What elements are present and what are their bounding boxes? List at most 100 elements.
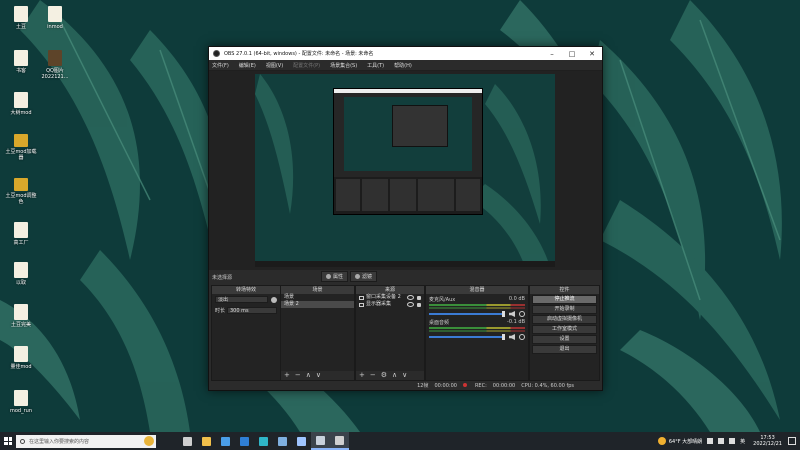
transition-settings-icon[interactable] (271, 296, 277, 303)
cpu-fps: CPU: 0.4%, 60.00 fps (521, 382, 574, 389)
obs-window[interactable]: OBS 27.0.1 (64-bit, windows) - 配置文件: 未命名… (208, 46, 603, 391)
clock[interactable]: 17:53 2022/12/21 (753, 435, 782, 447)
slider-handle[interactable] (502, 311, 505, 317)
taskbar-app-obs[interactable] (330, 432, 349, 450)
settings-button[interactable]: 设置 (532, 335, 597, 344)
weather-icon[interactable] (657, 437, 666, 445)
menu-file[interactable]: 文件(F) (212, 62, 229, 69)
preview-canvas[interactable] (209, 71, 602, 270)
taskbar-app-pinned-app[interactable] (292, 432, 311, 450)
move-scene-down-button[interactable]: ∨ (316, 371, 321, 380)
preview-desktop-capture (255, 74, 555, 267)
source-item[interactable]: 窗口采集设备 2 (356, 294, 424, 301)
desktop-icon-label: inmod (47, 24, 63, 30)
taskbar: 在这里输入你要搜索的内容 64°F 大部晴朗 英 17:53 2022/12/2… (0, 432, 800, 450)
duration-input[interactable]: 300 ms (227, 307, 277, 314)
taskbar-app-mail[interactable] (235, 432, 254, 450)
volume-slider[interactable] (429, 334, 505, 340)
add-scene-button[interactable]: + (284, 371, 290, 380)
desktop-icon-tudi-complete[interactable]: 土豆完美 (4, 304, 38, 328)
desktop-icon-tudi[interactable]: 土豆 (4, 6, 38, 30)
desktop-icon-liangjiamod[interactable]: 量佳mod (4, 346, 38, 370)
start-virtual-camera-button[interactable]: 启动虚拟摄像机 (532, 315, 597, 324)
move-source-down-button[interactable]: ∨ (402, 371, 407, 380)
scenes-dock: 场景 场景 场景 2 + − ∧ ∨ (280, 285, 355, 381)
visibility-eye-icon[interactable] (407, 302, 414, 307)
menu-profile[interactable]: 配置文件(P) (293, 62, 320, 69)
status-bar: 12帧 00:00:00 REC: 00:00:00 CPU: 0.4%, 60… (209, 381, 602, 390)
properties-button[interactable]: 属性 (321, 271, 349, 282)
window-capture-icon (359, 295, 364, 300)
source-settings-button[interactable]: ⚙ (381, 371, 387, 380)
desktop-icon-yiqu[interactable]: 以取 (4, 262, 38, 286)
desktop-icon-tudimod-tuning[interactable]: 土豆mod调整色 (4, 178, 38, 205)
taskbar-app-photos[interactable] (273, 432, 292, 450)
remove-scene-button[interactable]: − (295, 371, 301, 380)
taskbar-app-task-view[interactable] (178, 432, 197, 450)
notification-icon[interactable] (788, 437, 796, 445)
gear-icon[interactable] (519, 311, 525, 317)
desktop-icon-gaogongchang[interactable]: 高工厂 (4, 222, 38, 246)
gear-icon[interactable] (519, 334, 525, 340)
taskbar-app-file-explorer[interactable] (197, 432, 216, 450)
scene-item-selected[interactable]: 场景 2 (281, 301, 354, 308)
transitions-title: 转场特效 (212, 286, 280, 294)
close-button[interactable]: ✕ (582, 47, 602, 60)
taskbar-app-steam[interactable] (311, 432, 330, 450)
desktop-icon-qq-image[interactable]: QQ图片2022121... (38, 50, 72, 80)
menu-scene-collection[interactable]: 场景集合(S) (330, 62, 357, 69)
transition-type-select[interactable]: 淡出 (215, 296, 268, 303)
lock-icon[interactable] (417, 302, 421, 307)
ime-indicator[interactable]: 英 (740, 438, 745, 445)
visibility-eye-icon[interactable] (407, 295, 414, 300)
minimize-button[interactable]: – (542, 47, 562, 60)
move-scene-up-button[interactable]: ∧ (306, 371, 311, 380)
desktop-icon-label: 土豆mod调整色 (5, 193, 37, 205)
volume-icon[interactable] (729, 438, 736, 444)
start-button[interactable] (0, 432, 16, 450)
studio-mode-button[interactable]: 工作室模式 (532, 325, 597, 334)
filters-button[interactable]: 滤镜 (350, 271, 378, 282)
sources-dock: 来源 窗口采集设备 2 显示器采集 + − ⚙ ∧ ∨ (355, 285, 425, 381)
stop-streaming-button[interactable]: 停止推流 (532, 295, 597, 304)
slider-handle[interactable] (502, 334, 505, 340)
menu-help[interactable]: 帮助(H) (394, 62, 412, 69)
archive-icon (48, 50, 62, 66)
no-source-selected: 未选择源 (212, 275, 233, 281)
search-highlight-icon[interactable] (144, 436, 154, 446)
exit-button[interactable]: 退出 (532, 345, 597, 354)
desktop-icon-label: QQ图片2022121... (41, 68, 69, 80)
maximize-button[interactable]: □ (562, 47, 582, 60)
start-recording-button[interactable]: 开始录制 (532, 305, 597, 314)
window-title: OBS 27.0.1 (64-bit, windows) - 配置文件: 未命名… (224, 51, 374, 57)
menu-tools[interactable]: 工具(T) (367, 62, 384, 69)
desktop-icon-shuke[interactable]: 书客 (4, 50, 38, 74)
document-icon (14, 262, 28, 278)
rec-time: 00:00:00 (492, 382, 516, 389)
source-item[interactable]: 显示器采集 (356, 301, 424, 308)
obs-titlebar[interactable]: OBS 27.0.1 (64-bit, windows) - 配置文件: 未命名… (209, 47, 602, 60)
taskbar-app-edge[interactable] (254, 432, 273, 450)
desktop-icon-label: 大树mod (10, 110, 32, 116)
volume-slider[interactable] (429, 311, 505, 317)
taskbar-app-microsoft-store[interactable] (216, 432, 235, 450)
scene-item[interactable]: 场景 (281, 294, 354, 301)
document-icon (14, 92, 28, 108)
menu-view[interactable]: 视图(V) (266, 62, 283, 69)
menu-edit[interactable]: 编辑(E) (239, 62, 256, 69)
taskbar-search[interactable]: 在这里输入你要搜索的内容 (16, 434, 156, 448)
network-icon[interactable] (718, 438, 725, 444)
speaker-icon[interactable] (509, 334, 515, 340)
remove-source-button[interactable]: − (370, 371, 376, 380)
add-source-button[interactable]: + (359, 371, 365, 380)
obs-icon (335, 435, 344, 445)
chevron-up-icon[interactable] (707, 438, 714, 444)
desktop-icon-inmod[interactable]: inmod (38, 6, 72, 30)
move-source-up-button[interactable]: ∧ (392, 371, 397, 380)
weather-text[interactable]: 64°F 大部晴朗 (669, 438, 702, 445)
desktop-icon-dashumod[interactable]: 大树mod (4, 92, 38, 116)
lock-icon[interactable] (417, 295, 421, 300)
desktop-icon-mod-run[interactable]: mod_run (4, 390, 38, 414)
steam-icon (316, 435, 325, 445)
desktop-icon-tudimod-loader[interactable]: 土豆mod加载器 (4, 134, 38, 161)
